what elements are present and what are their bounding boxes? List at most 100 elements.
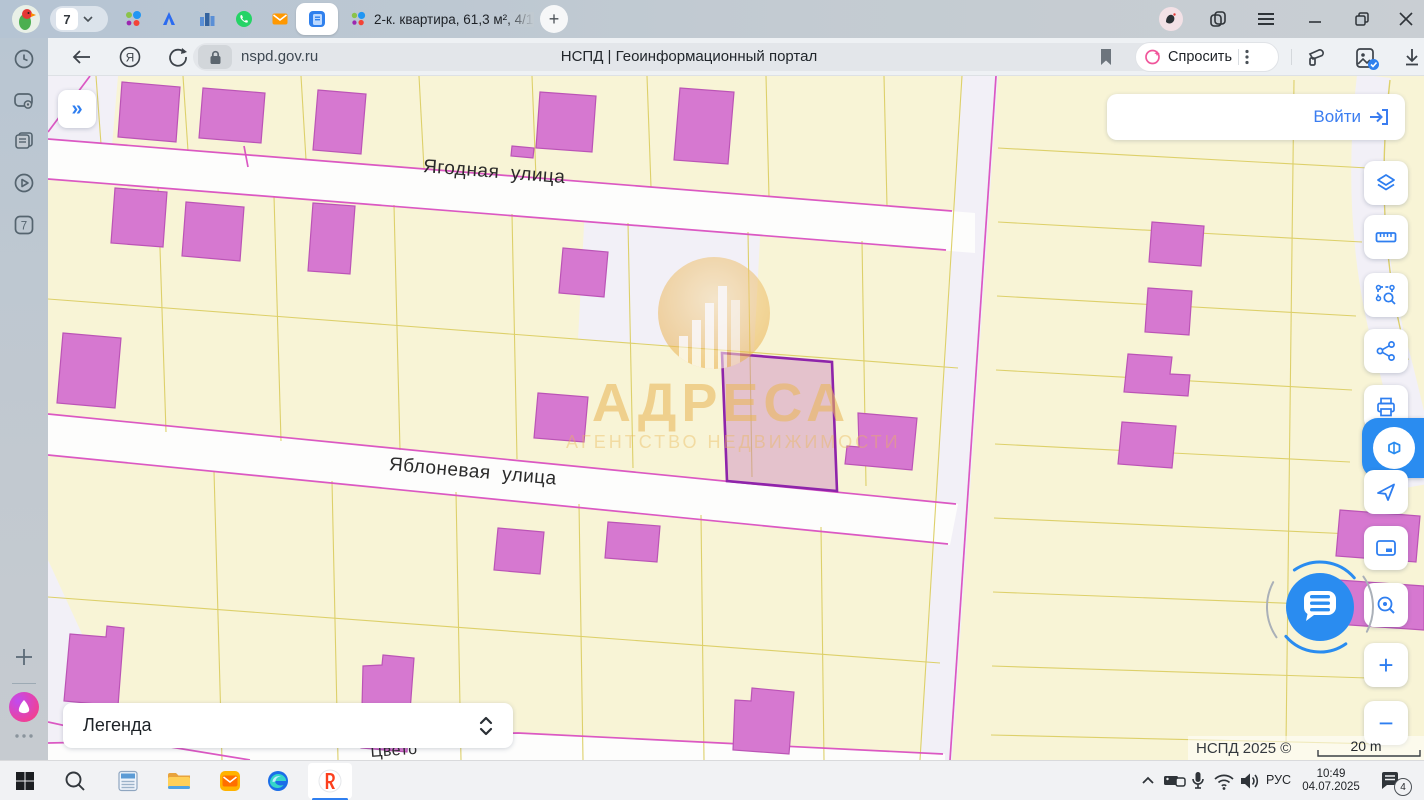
image-check-icon: [1354, 45, 1380, 71]
kebab-menu-icon[interactable]: [1245, 49, 1249, 65]
refresh-button[interactable]: [166, 45, 190, 69]
close-icon: [1399, 12, 1413, 26]
sidebar-history-button[interactable]: [13, 48, 35, 70]
ask-sparkle-icon: [1144, 48, 1162, 66]
building[interactable]: [111, 188, 167, 247]
watermark-logo: [649, 248, 779, 378]
tabs-panel-button[interactable]: [1206, 8, 1230, 30]
layers-button[interactable]: [1364, 161, 1408, 205]
hamburger-icon: [1257, 12, 1275, 26]
map-canvas[interactable]: АДРЕСА АГЕНТСТВО НЕДВИЖИМОСТИ Ягодная ул…: [48, 76, 1424, 760]
building[interactable]: [308, 203, 355, 274]
clock-icon: [13, 48, 35, 70]
tray-volume-icon[interactable]: [1238, 769, 1262, 793]
chat-assistant-button[interactable]: [1260, 547, 1380, 667]
active-pinned-tab-nspd[interactable]: [296, 3, 338, 35]
tab-avito-listing[interactable]: 2-к. квартира, 61,3 м², 4/1: [350, 9, 540, 29]
yandex-browser-icon: [318, 769, 342, 793]
active-tool-panel[interactable]: [1362, 418, 1424, 478]
address-bar: Я nspd.gov.ru НСПД | Геоинформационный п…: [48, 38, 1424, 76]
pinned-tab-buildings[interactable]: [198, 10, 216, 28]
pinned-tab-mail[interactable]: [271, 10, 289, 28]
language-indicator[interactable]: РУС: [1266, 773, 1291, 787]
letter-a-icon: [160, 10, 178, 28]
building[interactable]: [1149, 222, 1204, 266]
minimize-button[interactable]: [1303, 8, 1327, 30]
sidebar-alice-button[interactable]: [9, 692, 39, 722]
sidebar-screenshot-button[interactable]: [13, 90, 35, 112]
building[interactable]: [199, 88, 265, 143]
yandex-mail-button[interactable]: [218, 769, 242, 793]
back-button[interactable]: [70, 45, 94, 69]
bookmark-button[interactable]: [1094, 45, 1118, 69]
taskbar-search-button[interactable]: [63, 769, 87, 793]
taskbar-app-1c[interactable]: [116, 769, 140, 793]
sidebar-more-button[interactable]: [13, 732, 35, 740]
building[interactable]: [1118, 422, 1176, 468]
sidebar-video-button[interactable]: [13, 172, 35, 194]
notification-badge: 4: [1394, 778, 1412, 796]
clock[interactable]: 10:49 04.07.2025: [1292, 768, 1370, 794]
ask-alice-button[interactable]: Спросить: [1135, 42, 1279, 72]
downloads-button[interactable]: [1400, 45, 1424, 69]
tray-expand-button[interactable]: [1140, 769, 1156, 793]
url-bar[interactable]: nspd.gov.ru НСПД | Геоинформационный пор…: [193, 43, 1185, 71]
building[interactable]: [511, 146, 534, 158]
restore-button[interactable]: [1350, 8, 1374, 30]
building[interactable]: [182, 202, 244, 261]
tray-microphone-icon[interactable]: [1190, 769, 1206, 793]
yandex-search-button[interactable]: Я: [118, 45, 142, 69]
alice-headphones-icon: [1158, 6, 1184, 32]
mail-app-icon: [218, 769, 242, 793]
building[interactable]: [605, 522, 660, 562]
legend-label: Легенда: [83, 715, 151, 736]
screen: 7: [0, 0, 1424, 800]
building[interactable]: [57, 333, 121, 408]
building[interactable]: [674, 88, 734, 164]
sidebar-app-7-button[interactable]: 7: [13, 214, 35, 236]
building[interactable]: [536, 92, 596, 152]
building[interactable]: [64, 626, 124, 706]
yandex-circle-icon: Я: [118, 45, 142, 69]
building[interactable]: [1145, 288, 1192, 335]
pinned-tab-letter-a[interactable]: [160, 10, 178, 28]
play-icon: [13, 172, 35, 194]
tray-devices-icon[interactable]: [1162, 769, 1186, 793]
device-icon: [1162, 769, 1188, 793]
alice-button[interactable]: [1158, 8, 1184, 30]
pinned-tab-whatsapp[interactable]: [235, 10, 253, 28]
login-bar[interactable]: Войти: [1107, 94, 1405, 140]
my-location-button[interactable]: [1364, 470, 1408, 514]
tab-group-chip[interactable]: 7: [50, 6, 108, 32]
legend-panel[interactable]: Легенда: [63, 703, 513, 748]
tray-wifi-icon[interactable]: [1212, 769, 1236, 793]
collapse-expand-icon[interactable]: [479, 716, 493, 736]
close-button[interactable]: [1394, 8, 1418, 30]
profile-avatar[interactable]: [12, 5, 40, 33]
building[interactable]: [313, 90, 366, 154]
building[interactable]: [559, 248, 608, 297]
edge-button[interactable]: [266, 769, 290, 793]
login-label: Войти: [1313, 107, 1361, 127]
file-explorer-button[interactable]: [166, 769, 190, 793]
image-protect-button[interactable]: [1354, 45, 1378, 69]
pinned-tab-avito[interactable]: [124, 10, 142, 28]
start-button[interactable]: [13, 769, 37, 793]
sidebar-feed-button[interactable]: [13, 129, 35, 151]
sidebar-add-button[interactable]: [13, 646, 35, 668]
extension-scanner-button[interactable]: [1304, 45, 1328, 69]
buildings-icon: [198, 10, 216, 28]
menu-button[interactable]: [1254, 8, 1278, 30]
nspd-favicon: [307, 9, 327, 29]
building[interactable]: [494, 528, 544, 574]
measure-button[interactable]: [1364, 215, 1408, 259]
new-tab-button[interactable]: +: [540, 5, 568, 33]
taskbar: РУС 10:49 04.07.2025 4: [0, 760, 1424, 800]
share-button[interactable]: [1364, 329, 1408, 373]
yandex-browser-active-tile[interactable]: [308, 763, 352, 799]
tabs-panel-icon: [1208, 9, 1228, 29]
expand-sidebar-button[interactable]: »: [58, 90, 96, 128]
zoom-out-label: −: [1378, 710, 1393, 736]
building[interactable]: [118, 82, 180, 142]
select-area-button[interactable]: [1364, 273, 1408, 317]
